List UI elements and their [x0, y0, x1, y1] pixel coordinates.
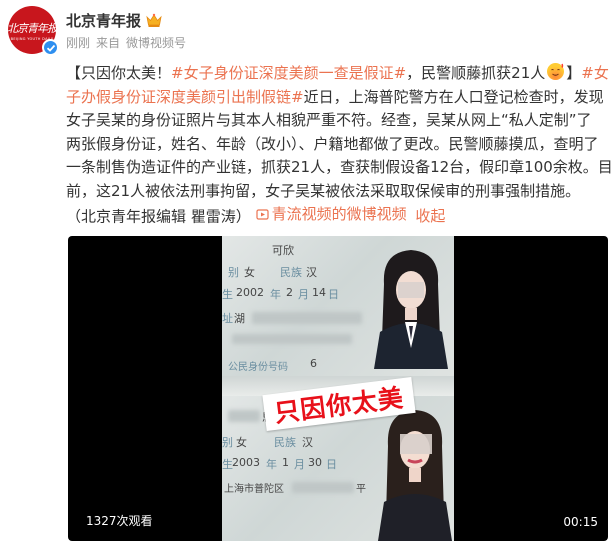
id-card-value: 14	[312, 286, 326, 299]
id-card-value: 平	[356, 484, 366, 495]
topic-link-2-start[interactable]: #女	[581, 64, 609, 82]
account-name[interactable]: 北京青年报	[66, 10, 141, 31]
post-time[interactable]: 刚刚	[66, 34, 90, 51]
post-text-segment: 近日，上海普陀警方在人口登记检查时，发现	[303, 87, 604, 106]
id-card-value: 上海市普陀区	[224, 484, 284, 495]
id-card-label: 址	[222, 312, 233, 325]
post-line-1: 【只因你太美！#女子身份证深度美颜一查是假证#，民警顺藤抓获21人 】#女	[66, 62, 610, 86]
video-duration: 00:15	[563, 515, 598, 529]
avatar-logo-text: 北京青年报	[8, 21, 56, 35]
from-label: 来自	[96, 36, 121, 50]
video-link-icon	[255, 209, 269, 220]
post-text: 【只因你太美！#女子身份证深度美颜一查是假证#，民警顺藤抓获21人 】#女 子办…	[66, 62, 613, 229]
topic-link-2-end[interactable]: 子办假身份证深度美颜引出制假链#	[66, 88, 304, 106]
video-source-link[interactable]: 青流视频的微博视频	[255, 203, 407, 227]
post-line-4: 两张假身份证，姓名、年龄（改小）、户籍地都做了更改。民警顺藤摸瓜，查明了	[66, 134, 599, 153]
id-card-label: 生	[222, 288, 233, 301]
post-text-segment: 【只因你太美！	[66, 64, 172, 82]
id-card-value: 2	[286, 286, 293, 299]
post-text-segment: ，民警顺藤抓获21人	[406, 64, 546, 82]
id-card-value: 6	[310, 357, 317, 370]
hot-face-emoji-icon	[546, 62, 565, 81]
post-text-segment: 】	[566, 64, 582, 82]
account-name-row: 北京青年报	[66, 10, 162, 31]
id-card-value: 2002	[236, 286, 264, 299]
post-line-2: 子办假身份证深度美颜引出制假链#近日，上海普陀警方在人口登记检查时，发现	[66, 86, 610, 110]
view-count: 1327次观看	[86, 514, 153, 528]
id-card-label: 月	[298, 288, 309, 301]
blurred-address	[292, 482, 354, 493]
blurred-address	[232, 334, 352, 344]
editor-credit: （北京青年报编辑 瞿雷涛）	[66, 207, 251, 226]
verified-badge-icon	[42, 39, 59, 56]
id-card-label: 民族	[274, 436, 296, 449]
id-card-label: 日	[328, 288, 339, 301]
id-card-value: 1	[282, 456, 289, 469]
id-card-label: 别	[222, 436, 233, 449]
post-source[interactable]: 微博视频号	[126, 34, 186, 51]
id-card-value: 30	[308, 456, 322, 469]
id-card-value: 女	[244, 266, 255, 279]
post-line-6: 前，这21人被依法刑事拘留，女子吴某被依法采取取保候审的刑事强制措施。	[66, 181, 581, 200]
post-line-7: （北京青年报编辑 瞿雷涛） 青流视频的微博视频 收起	[66, 203, 610, 229]
post-line-3: 女子吴某的身份证照片与其本人相貌严重不符。经查，吴某从网上“私人定制”了	[66, 111, 592, 129]
post-meta: 刚刚 来自 微博视频号	[66, 34, 186, 51]
avatar[interactable]: 北京青年报 BEIJING YOUTH DAILY	[8, 6, 59, 56]
blurred-address	[252, 312, 362, 324]
video-link-label: 青流视频的微博视频	[271, 205, 407, 223]
id-card-label: 民族	[280, 266, 302, 279]
id-card-label: 日	[326, 458, 337, 471]
video-player[interactable]: 可欣 别 女 民族 汉 生 2002 年 2 月 14 日 址 湖 公民身份号码…	[68, 236, 608, 541]
id-card-label: 年	[266, 458, 277, 471]
id-photo-bottom	[378, 410, 452, 541]
video-frame: 可欣 别 女 民族 汉 生 2002 年 2 月 14 日 址 湖 公民身份号码…	[222, 236, 454, 541]
id-card-value: 2003	[232, 456, 260, 469]
id-card-top: 可欣 别 女 民族 汉 生 2002 年 2 月 14 日 址 湖 公民身份号码…	[222, 236, 454, 376]
id-card-value: 女	[236, 436, 247, 449]
id-card-label: 月	[294, 458, 305, 471]
collapse-link[interactable]: 收起	[415, 207, 445, 225]
topic-link[interactable]: #女子身份证深度美颜一查是假证#	[171, 64, 406, 82]
blurred-name	[228, 410, 260, 422]
id-card-label: 年	[270, 288, 281, 301]
id-card-name: 可欣	[272, 244, 294, 257]
id-card-label: 别	[228, 266, 239, 279]
id-photo-top	[374, 250, 448, 369]
id-card-value: 汉	[302, 436, 313, 449]
crown-icon[interactable]	[146, 13, 162, 28]
id-card-value: 汉	[306, 266, 317, 279]
id-card-label: 公民身份号码	[228, 362, 288, 373]
post-line-5: 一条制售伪造证件的产业链，抓获21人，查获制假设备12台，假印章100余枚。目	[66, 158, 613, 176]
id-card-value: 湖	[234, 312, 245, 325]
